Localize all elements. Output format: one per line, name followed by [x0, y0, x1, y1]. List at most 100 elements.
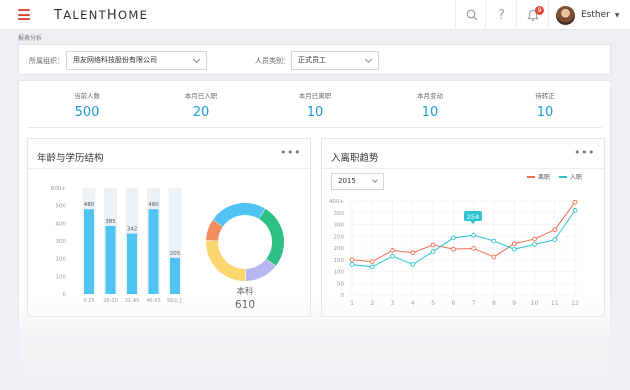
y-tick-label: 400 [56, 221, 67, 227]
y-tick-label: 350 [334, 211, 345, 217]
x-tick-label: 31-45 [125, 298, 140, 304]
x-tick-label: 6 [451, 300, 455, 307]
stat-left-this-month: 本月已离职 10 [270, 90, 360, 120]
x-tick-label: 2 [370, 300, 374, 307]
x-tick-label: 1 [350, 300, 354, 307]
x-tick-label: 26-30 [103, 298, 118, 304]
x-tick-label: 46-55 [146, 298, 161, 304]
stat-current-headcount: 当前人数 500 [42, 90, 132, 120]
stat-label: 本月已离职 [298, 92, 332, 100]
type-label: 人员类别： [255, 57, 290, 65]
data-point [451, 235, 456, 241]
y-tick-label: 300 [334, 223, 345, 229]
menu-icon[interactable] [18, 9, 30, 20]
type-select[interactable]: 正式员工 [291, 51, 379, 70]
bar [105, 225, 116, 294]
series-line [351, 210, 576, 268]
type-select-value: 正式员工 [298, 56, 326, 64]
tooltip: 254 [464, 211, 482, 224]
search-icon [466, 9, 477, 21]
y-tick-label: 250 [334, 234, 345, 240]
org-label: 所属组织： [29, 57, 64, 65]
y-tick-label: 50 [337, 281, 344, 287]
notifications-button[interactable]: 9 [516, 0, 548, 30]
y-tick-label: 100 [56, 274, 67, 280]
series-line [351, 201, 576, 263]
y-tick-label: 200 [334, 246, 345, 252]
app-logo[interactable]: TALENTHOME [54, 8, 148, 23]
bar-value-label: 205 [170, 251, 181, 257]
data-point [471, 232, 476, 238]
age-education-chart: 0 100 200 300 400 500 600+ 480 0-25 385 26-30 342 31… [51, 186, 284, 311]
data-point [410, 250, 416, 256]
avatar [556, 5, 575, 25]
data-point [511, 241, 517, 247]
x-tick-label: 4 [411, 300, 415, 307]
data-point [390, 247, 395, 253]
y-tick-label: 300 [56, 239, 67, 245]
data-point [369, 264, 375, 270]
x-tick-label: 7 [472, 300, 476, 307]
x-tick-label: 8 [492, 300, 496, 307]
x-tick-label: 12 [571, 300, 579, 307]
bar [148, 209, 159, 294]
x-tick-label: 3 [391, 300, 395, 307]
bar-value-label: 342 [127, 227, 138, 233]
org-select-value: 用友网络科技股份有限公司 [73, 56, 157, 64]
data-point [552, 237, 558, 243]
stat-joined-this-month: 本月已入职 20 [156, 90, 246, 120]
donut-slice [213, 203, 265, 227]
search-button[interactable] [455, 0, 487, 30]
data-point [491, 238, 497, 244]
data-point [430, 242, 436, 248]
dashboard-panel: 当前人数 500 本月已入职 20 本月已离职 10 本月变动 10 待转正 1… [18, 80, 611, 390]
donut-center-value: 610 [235, 299, 255, 311]
stat-label: 待转正 [535, 92, 555, 100]
data-point [349, 262, 355, 267]
donut-slice [206, 240, 246, 282]
filter-bar: 所属组织： 用友网络科技股份有限公司 人员类别： 正式员工 [18, 44, 611, 75]
x-tick-label: 9 [512, 300, 516, 307]
stat-value: 10 [536, 105, 554, 120]
stat-value: 10 [306, 105, 324, 120]
bar [84, 209, 94, 294]
stat-label: 本月变动 [417, 92, 443, 100]
y-tick-label: 500 [56, 204, 67, 210]
y-tick-label: 0 [341, 293, 345, 299]
stat-value: 20 [192, 105, 210, 120]
donut-slice [206, 220, 223, 242]
y-tick-label: 200 [56, 257, 67, 263]
bar-value-label: 480 [148, 202, 159, 208]
stat-pending-regularization: 待转正 10 [500, 90, 590, 120]
donut-slice [258, 208, 284, 266]
stat-label: 本月已入职 [184, 92, 218, 100]
stat-value: 500 [74, 105, 100, 120]
x-tick-label: 11 [551, 300, 559, 307]
data-point [430, 249, 436, 254]
data-point [410, 262, 416, 267]
org-select[interactable]: 用友网络科技股份有限公司 [66, 51, 207, 70]
data-point [390, 253, 395, 259]
x-tick-label: 0-25 [83, 298, 94, 304]
data-point [491, 254, 497, 260]
help-icon: ? [498, 7, 505, 23]
bar-value-label: 480 [84, 202, 95, 208]
user-menu[interactable]: Esther ▼ [548, 0, 630, 30]
data-point [471, 246, 476, 251]
chevron-down-icon [192, 55, 201, 64]
chevron-down-icon [364, 55, 373, 64]
data-point [532, 242, 537, 247]
age-education-card: 年龄与学历结构 ••• 0 100 200 300 400 500 600+ 480 0-25 3… [27, 138, 311, 317]
hire-attrition-trend-card: 入离职趋势 ••• 2015 离职 入职 0 50 100 150 200 250 300 3… [321, 138, 605, 317]
y-tick-label: 150 [334, 258, 345, 264]
donut-slice [245, 258, 276, 281]
stat-label: 当前人数 [74, 92, 100, 100]
data-point [511, 246, 517, 252]
y-tick-label: 0 [63, 292, 67, 298]
y-tick-label: 400+ [329, 199, 344, 205]
help-button[interactable]: ? [485, 0, 517, 30]
notification-badge: 9 [535, 6, 544, 15]
data-point [369, 259, 375, 264]
stat-value: 10 [421, 105, 439, 120]
user-name: Esther [581, 10, 610, 20]
